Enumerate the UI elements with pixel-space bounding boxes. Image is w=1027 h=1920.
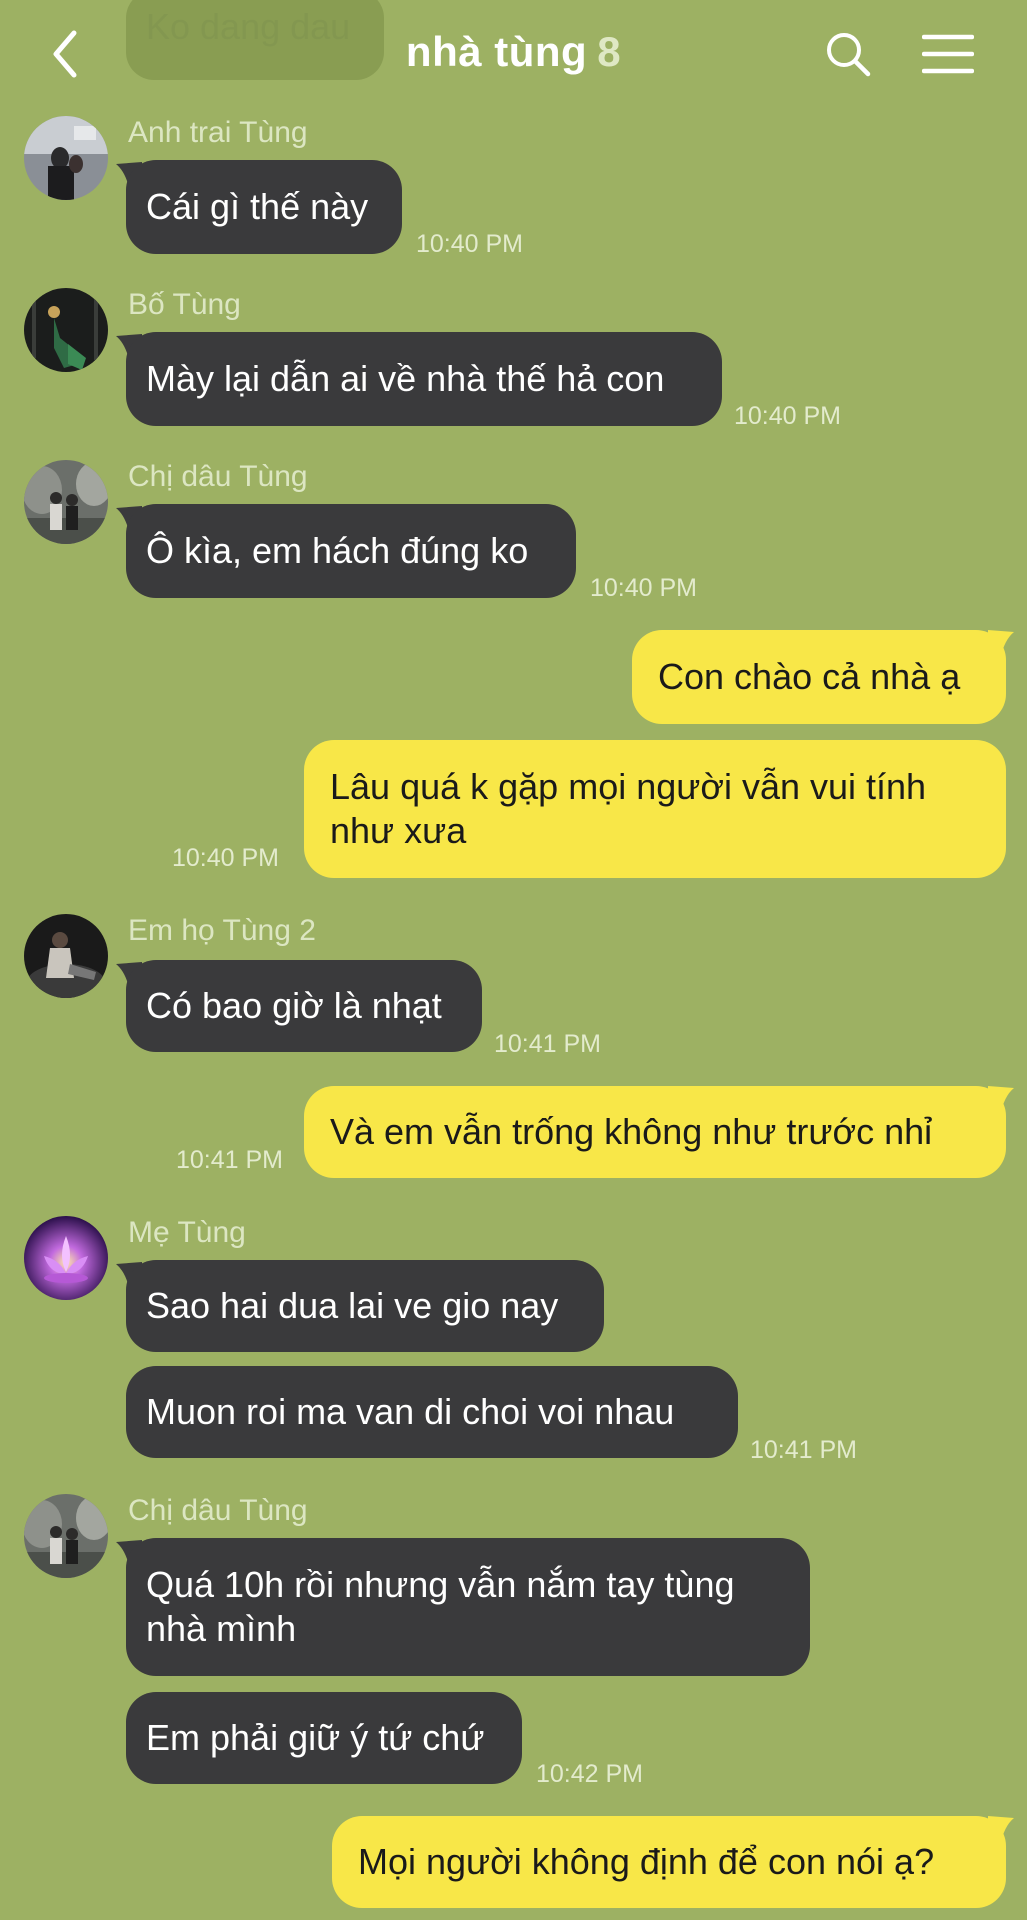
message-bubble[interactable]: Muon roi ma van di choi voi nhau <box>126 1366 738 1458</box>
search-icon <box>827 33 871 77</box>
chat-header: nhà tùng 8 <box>0 0 1027 110</box>
sender-name: Em họ Tùng 2 <box>128 914 316 947</box>
bubble-tail <box>988 1816 1014 1846</box>
hamburger-menu-icon <box>922 34 974 74</box>
sender-name: Mẹ Tùng <box>128 1216 246 1249</box>
message-bubble[interactable]: Con chào cả nhà ạ <box>632 630 1006 724</box>
message-bubble[interactable]: Sao hai dua lai ve gio nay <box>126 1260 604 1352</box>
chat-room-name: nhà tùng <box>405 28 588 75</box>
message-time: 10:41 PM <box>750 1436 858 1464</box>
message-bubble[interactable]: Mọi người không định để con nói ạ? <box>332 1816 1006 1908</box>
bubble-tail <box>988 1086 1014 1116</box>
avatar[interactable] <box>24 1494 108 1578</box>
message-time: 10:40 PM <box>590 574 698 602</box>
sender-name: Chị dâu Tùng <box>128 460 308 493</box>
avatar[interactable] <box>24 914 108 998</box>
message-bubble[interactable]: Em phải giữ ý tứ chứ <box>126 1692 522 1784</box>
menu-button[interactable] <box>918 26 978 82</box>
message-bubble[interactable]: Ô kìa, em hách đúng ko <box>126 504 576 598</box>
message-bubble[interactable]: Lâu quá k gặp mọi người vẫn vui tính như… <box>304 740 1006 878</box>
sender-name: Chị dâu Tùng <box>128 1494 308 1527</box>
message-bubble[interactable]: Mày lại dẫn ai về nhà thế hả con <box>126 332 722 426</box>
message-bubble[interactable]: Và em vẫn trống không như trước nhỉ <box>304 1086 1006 1178</box>
sender-name: Bố Tùng <box>128 288 241 321</box>
message-bubble[interactable]: Có bao giờ là nhạt <box>126 960 482 1052</box>
message-time: 10:41 PM <box>176 1146 284 1174</box>
message-time: 10:41 PM <box>494 1030 602 1058</box>
avatar[interactable] <box>24 288 108 372</box>
avatar[interactable] <box>24 1216 108 1300</box>
message-time: 10:40 PM <box>172 844 280 872</box>
search-button[interactable] <box>820 26 876 82</box>
bubble-tail <box>988 630 1014 660</box>
member-count: 8 <box>597 28 622 75</box>
avatar[interactable] <box>24 116 108 200</box>
message-time: 10:40 PM <box>734 402 842 430</box>
message-bubble[interactable]: Cái gì thế này <box>126 160 402 254</box>
message-time: 10:42 PM <box>536 1760 644 1788</box>
message-time: 10:40 PM <box>416 230 524 258</box>
sender-name: Anh trai Tùng <box>128 116 308 149</box>
message-bubble[interactable]: Quá 10h rồi nhưng vẫn nắm tay tùng nhà m… <box>126 1538 810 1676</box>
chat-screen: nhà tùng 8 Ko dang dau Anh trai Tùng Cái… <box>0 0 1027 1920</box>
avatar[interactable] <box>24 460 108 544</box>
